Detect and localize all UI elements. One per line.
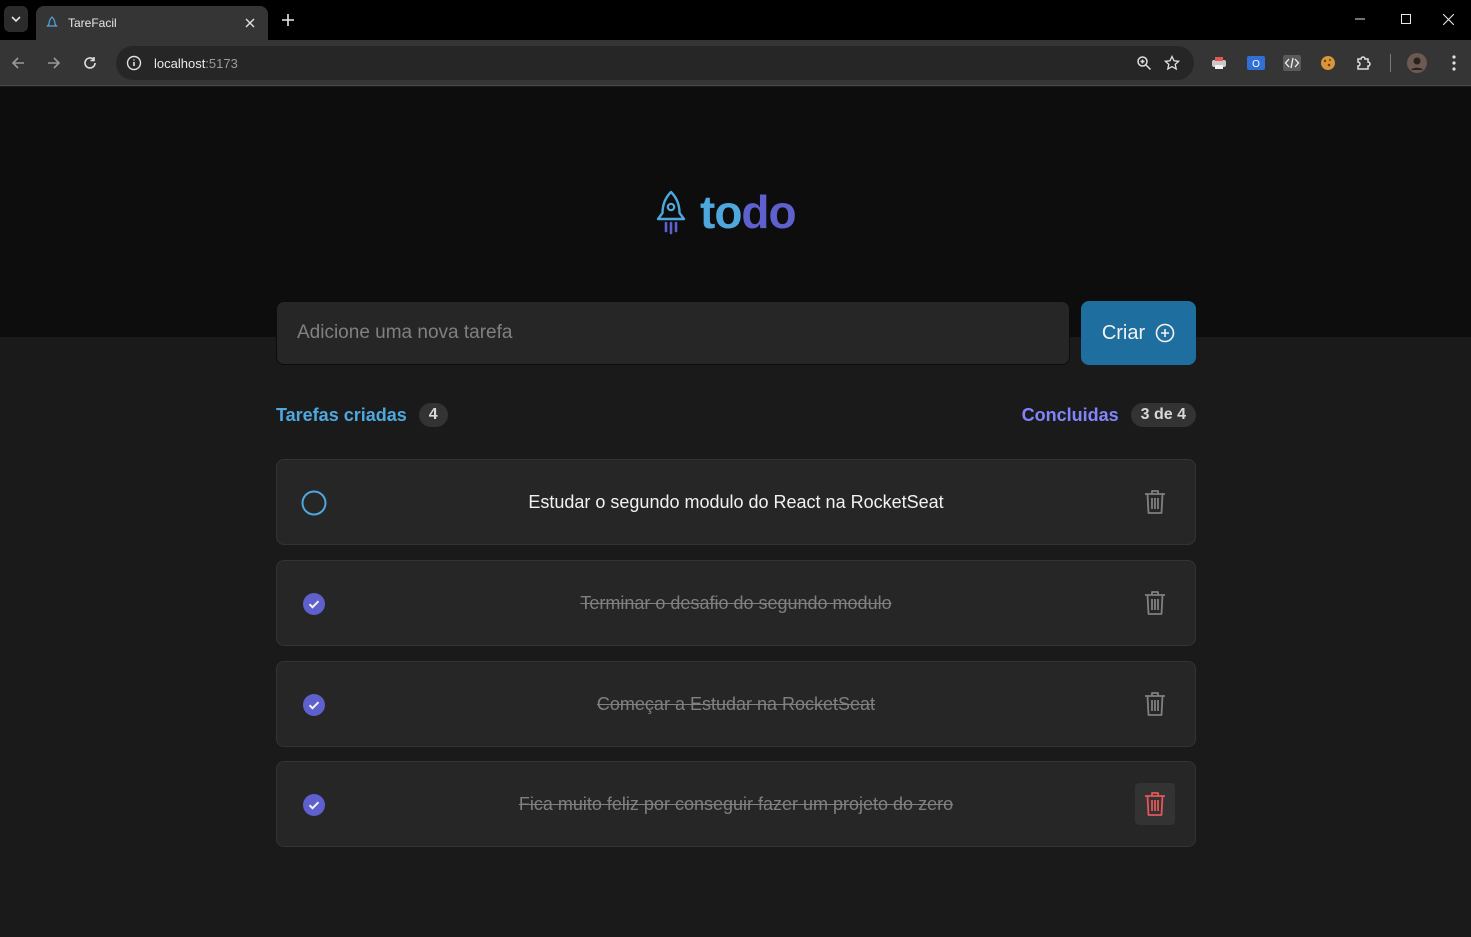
arrow-right-icon <box>48 57 61 69</box>
task-text: Terminar o desafio do segundo modulo <box>580 592 892 613</box>
tab-search-button[interactable] <box>4 6 28 32</box>
close-icon <box>1442 13 1454 25</box>
browser-tabbar: TareFacil <box>0 0 1471 40</box>
created-tasks-counter: Tarefas criadas 4 <box>276 403 448 427</box>
svg-text:O: O <box>1252 59 1260 70</box>
completed-tasks-badge: 3 de 4 <box>1130 403 1196 427</box>
close-window-button[interactable] <box>1425 4 1471 34</box>
task-checkbox[interactable] <box>301 792 327 818</box>
bookmark-star-icon[interactable] <box>1158 49 1186 77</box>
extensions-puzzle-icon[interactable] <box>1353 52 1375 74</box>
rocket-icon <box>656 190 686 235</box>
app-header: todo <box>0 87 1471 337</box>
more-vertical-icon <box>1452 55 1456 71</box>
task-item: Estudar o segundo modulo do React na Roc… <box>276 459 1196 545</box>
trash-icon <box>1145 591 1165 615</box>
task-text: Fica muito feliz por conseguir fazer um … <box>518 793 954 814</box>
plus-circle-icon <box>1155 323 1175 343</box>
close-icon <box>245 18 255 28</box>
extension-outlook-icon[interactable]: O <box>1245 52 1267 74</box>
task-text: Estudar o segundo modulo do React na Roc… <box>528 491 944 512</box>
check-circle-icon <box>303 694 325 716</box>
extension-cookie-icon[interactable] <box>1317 52 1339 74</box>
maximize-button[interactable] <box>1383 4 1429 34</box>
browser-tab[interactable]: TareFacil <box>36 6 268 40</box>
arrow-left-icon <box>11 57 24 69</box>
tab-close-button[interactable] <box>242 15 258 31</box>
created-tasks-label: Tarefas criadas <box>276 404 407 425</box>
toolbar-separator <box>1390 54 1391 72</box>
circle-unchecked-icon <box>301 490 327 516</box>
browser-menu-button[interactable] <box>1443 52 1465 74</box>
task-text: Começar a Estudar na RocketSeat <box>596 693 876 714</box>
trash-icon <box>1145 792 1165 816</box>
trash-icon <box>1145 692 1165 716</box>
tab-title: TareFacil <box>68 16 117 30</box>
forward-button[interactable] <box>40 49 68 77</box>
completed-tasks-counter: Concluidas 3 de 4 <box>1022 403 1196 427</box>
logo-word-part1: to <box>700 186 742 238</box>
app-page: todo Criar Tarefas criadas 4 Concluidas … <box>0 87 1471 937</box>
minimize-icon <box>1355 18 1365 20</box>
logo-wordmark: todo <box>700 186 797 238</box>
task-item: Começar a Estudar na RocketSeat <box>276 661 1196 747</box>
task-checkbox[interactable] <box>301 692 327 718</box>
browser-toolbar: localhost:5173 O <box>0 40 1471 86</box>
create-task-button[interactable]: Criar <box>1081 301 1196 365</box>
back-button[interactable] <box>4 49 32 77</box>
delete-task-button[interactable] <box>1135 683 1175 725</box>
url-host: localhost <box>154 55 206 71</box>
zoom-icon[interactable] <box>1130 49 1158 77</box>
task-item: Fica muito feliz por conseguir fazer um … <box>276 761 1196 847</box>
task-checkbox[interactable] <box>301 591 327 617</box>
check-circle-icon <box>303 794 325 816</box>
logo-word-part2: do <box>741 186 796 238</box>
plus-icon <box>282 14 294 26</box>
url-port: :5173 <box>205 55 238 71</box>
maximize-icon <box>1401 14 1411 24</box>
new-tab-button[interactable] <box>276 8 300 32</box>
delete-task-button[interactable] <box>1135 783 1175 825</box>
url-text: localhost:5173 <box>154 56 1130 71</box>
delete-task-button[interactable] <box>1135 582 1175 624</box>
trash-icon <box>1145 490 1165 514</box>
completed-tasks-label: Concluidas <box>1021 404 1119 425</box>
check-circle-icon <box>303 593 325 615</box>
task-item: Terminar o desafio do segundo modulo <box>276 560 1196 646</box>
rocket-favicon-icon <box>46 16 58 27</box>
profile-avatar[interactable] <box>1406 52 1428 74</box>
reload-icon <box>84 57 96 69</box>
new-task-input[interactable] <box>276 301 1070 365</box>
app-logo: todo <box>654 186 797 238</box>
task-checkbox[interactable] <box>301 490 327 516</box>
site-info-icon[interactable] <box>124 53 144 73</box>
reload-button[interactable] <box>76 49 104 77</box>
minimize-button[interactable] <box>1337 4 1383 34</box>
extension-printer-icon[interactable] <box>1208 52 1230 74</box>
extension-code-icon[interactable] <box>1281 52 1303 74</box>
create-button-label: Criar <box>1101 321 1146 344</box>
chevron-down-icon <box>11 16 21 23</box>
address-bar[interactable]: localhost:5173 <box>116 46 1194 80</box>
created-tasks-badge: 4 <box>418 403 448 427</box>
delete-task-button[interactable] <box>1135 481 1175 523</box>
